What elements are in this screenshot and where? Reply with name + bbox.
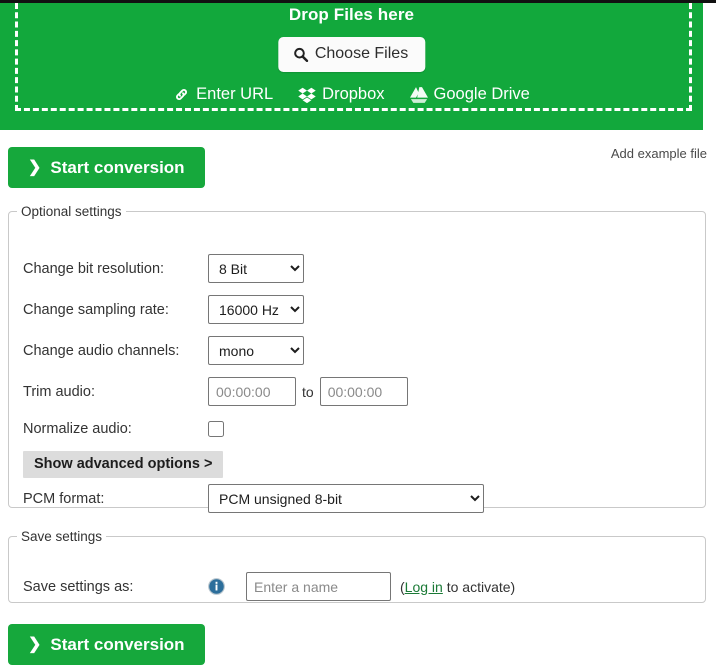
add-example-file-link[interactable]: Add example file [611, 146, 707, 161]
save-settings-as-label: Save settings as: [23, 579, 208, 595]
chevron-right-icon: ❯ [28, 160, 41, 176]
choose-files-label: Choose Files [315, 45, 408, 63]
trim-start-input[interactable] [208, 377, 296, 406]
pcm-format-select[interactable]: PCM unsigned 8-bit [208, 484, 484, 513]
row-normalize-audio: Normalize audio: [23, 421, 224, 437]
trim-end-input[interactable] [320, 377, 408, 406]
audio-channels-select[interactable]: mono [208, 336, 304, 365]
start-conversion-button-top[interactable]: ❯ Start conversion [8, 147, 205, 188]
dropbox-link[interactable]: Dropbox [298, 85, 384, 104]
file-dropzone[interactable]: Drop Files here Choose Files Enter URL [0, 3, 703, 130]
save-settings-name-input[interactable] [246, 572, 391, 601]
log-in-link[interactable]: Log in [405, 579, 443, 595]
row-bit-resolution: Change bit resolution: 8 Bit [23, 254, 304, 283]
bit-resolution-label: Change bit resolution: [23, 261, 208, 277]
normalize-audio-label: Normalize audio: [23, 421, 208, 437]
start-conversion-button-bottom[interactable]: ❯ Start conversion [8, 624, 205, 665]
audio-channels-label: Change audio channels: [23, 343, 208, 359]
sampling-rate-select[interactable]: 16000 Hz [208, 295, 304, 324]
row-trim-audio: Trim audio: to [23, 377, 408, 406]
optional-settings-legend: Optional settings [17, 204, 126, 219]
save-settings-fieldset: Save settings Save settings as: (Log in … [8, 529, 706, 603]
magnifier-icon [293, 47, 308, 62]
info-icon[interactable] [208, 578, 225, 595]
bit-resolution-select[interactable]: 8 Bit [208, 254, 304, 283]
start-conversion-label: Start conversion [50, 158, 184, 178]
dropzone-title: Drop Files here [0, 5, 703, 25]
cloud-services-row: Enter URL Dropbox Google Drive [0, 85, 703, 104]
google-drive-icon [410, 87, 428, 103]
note-suffix: to activate) [443, 579, 515, 595]
normalize-audio-checkbox[interactable] [208, 421, 224, 437]
google-drive-link[interactable]: Google Drive [410, 85, 530, 104]
google-drive-label: Google Drive [434, 85, 530, 104]
pcm-format-label: PCM format: [23, 491, 208, 507]
enter-url-label: Enter URL [196, 85, 273, 104]
row-save-settings-as: Save settings as: (Log in to activate) [23, 572, 515, 601]
dropbox-label: Dropbox [322, 85, 384, 104]
show-advanced-options-button[interactable]: Show advanced options > [23, 451, 223, 478]
link-icon [173, 86, 190, 103]
trim-audio-label: Trim audio: [23, 384, 208, 400]
enter-url-link[interactable]: Enter URL [173, 85, 273, 104]
row-pcm-format: PCM format: PCM unsigned 8-bit [23, 484, 484, 513]
save-settings-legend: Save settings [17, 529, 106, 544]
sampling-rate-label: Change sampling rate: [23, 302, 208, 318]
optional-settings-fieldset: Optional settings Change bit resolution:… [8, 204, 706, 508]
choose-files-button[interactable]: Choose Files [278, 37, 425, 72]
row-audio-channels: Change audio channels: mono [23, 336, 304, 365]
start-conversion-label: Start conversion [50, 635, 184, 655]
login-to-activate-note: (Log in to activate) [400, 579, 515, 595]
row-sampling-rate: Change sampling rate: 16000 Hz [23, 295, 304, 324]
trim-separator-label: to [302, 384, 314, 400]
chevron-right-icon: ❯ [28, 637, 41, 653]
dropbox-icon [298, 87, 316, 103]
